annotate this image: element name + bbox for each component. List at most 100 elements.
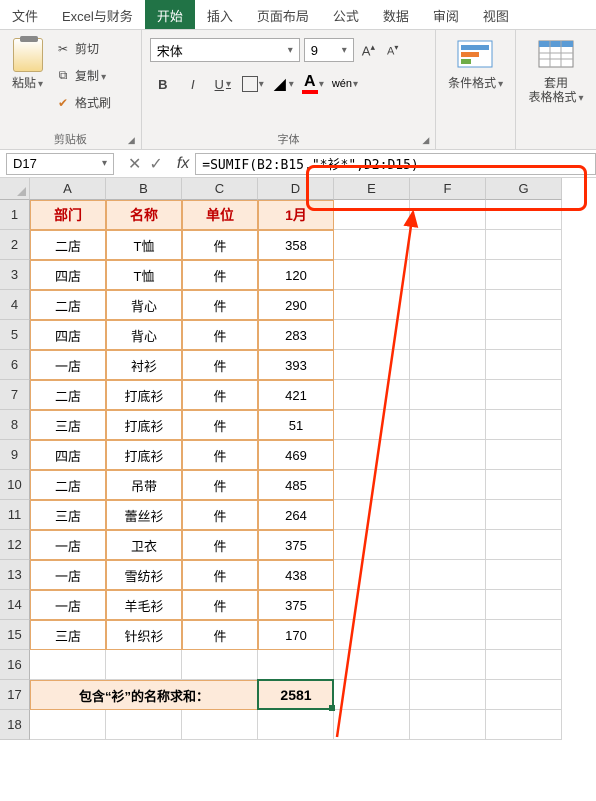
cell-C10[interactable]: 件 xyxy=(182,470,258,500)
cell-E9[interactable] xyxy=(334,440,410,470)
cell-A16[interactable] xyxy=(30,650,106,680)
cell-A12[interactable]: 一店 xyxy=(30,530,106,560)
col-header-F[interactable]: F xyxy=(410,178,486,200)
cell-B15[interactable]: 针织衫 xyxy=(106,620,182,650)
cell-G14[interactable] xyxy=(486,590,562,620)
cell-F8[interactable] xyxy=(410,410,486,440)
cell-D16[interactable] xyxy=(258,650,334,680)
cell-A17[interactable]: 包含“衫”的名称求和： xyxy=(30,680,258,710)
cell-B6[interactable]: 衬衫 xyxy=(106,350,182,380)
cell-B12[interactable]: 卫衣 xyxy=(106,530,182,560)
cell-D4[interactable]: 290 xyxy=(258,290,334,320)
cell-D5[interactable]: 283 xyxy=(258,320,334,350)
cond-format-button[interactable]: 条件格式 xyxy=(436,30,516,149)
row-header-10[interactable]: 10 xyxy=(0,470,30,500)
cell-C1[interactable]: 单位 xyxy=(182,200,258,230)
cell-B4[interactable]: 背心 xyxy=(106,290,182,320)
cell-B11[interactable]: 蕾丝衫 xyxy=(106,500,182,530)
row-header-5[interactable]: 5 xyxy=(0,320,30,350)
cell-A14[interactable]: 一店 xyxy=(30,590,106,620)
font-color-button[interactable]: A ▾ xyxy=(300,72,326,96)
cell-G17[interactable] xyxy=(486,680,562,710)
cell-E16[interactable] xyxy=(334,650,410,680)
cell-E4[interactable] xyxy=(334,290,410,320)
cell-G12[interactable] xyxy=(486,530,562,560)
row-header-13[interactable]: 13 xyxy=(0,560,30,590)
cell-G10[interactable] xyxy=(486,470,562,500)
cell-G3[interactable] xyxy=(486,260,562,290)
cell-B18[interactable] xyxy=(106,710,182,740)
cell-E11[interactable] xyxy=(334,500,410,530)
col-header-E[interactable]: E xyxy=(334,178,410,200)
cell-C16[interactable] xyxy=(182,650,258,680)
cell-F2[interactable] xyxy=(410,230,486,260)
cell-D12[interactable]: 375 xyxy=(258,530,334,560)
cell-F12[interactable] xyxy=(410,530,486,560)
cell-C18[interactable] xyxy=(182,710,258,740)
cell-F6[interactable] xyxy=(410,350,486,380)
row-header-12[interactable]: 12 xyxy=(0,530,30,560)
fx-icon[interactable]: fx xyxy=(171,155,195,173)
italic-button[interactable]: I xyxy=(180,72,206,96)
cell-G15[interactable] xyxy=(486,620,562,650)
cell-E6[interactable] xyxy=(334,350,410,380)
tab-file[interactable]: 文件 xyxy=(0,0,50,29)
cell-A13[interactable]: 一店 xyxy=(30,560,106,590)
table-format-button[interactable]: 套用 表格格式 xyxy=(516,30,596,149)
cell-A6[interactable]: 一店 xyxy=(30,350,106,380)
cell-A5[interactable]: 四店 xyxy=(30,320,106,350)
cell-D15[interactable]: 170 xyxy=(258,620,334,650)
row-header-16[interactable]: 16 xyxy=(0,650,30,680)
tab-formulas[interactable]: 公式 xyxy=(321,0,371,29)
cell-E17[interactable] xyxy=(334,680,410,710)
format-painter-button[interactable]: ✔ 格式刷 xyxy=(53,92,113,113)
cell-A7[interactable]: 二店 xyxy=(30,380,106,410)
worksheet-grid[interactable]: ABCDEFG 1部门名称单位1月2二店T恤件3583四店T恤件1204二店背心… xyxy=(0,178,596,740)
tab-insert[interactable]: 插入 xyxy=(195,0,245,29)
cell-F17[interactable] xyxy=(410,680,486,710)
cell-G8[interactable] xyxy=(486,410,562,440)
cell-F1[interactable] xyxy=(410,200,486,230)
cell-G9[interactable] xyxy=(486,440,562,470)
formula-bar[interactable]: =SUMIF(B2:B15,"*衫*",D2:D15) xyxy=(195,153,596,175)
cell-B14[interactable]: 羊毛衫 xyxy=(106,590,182,620)
cell-B2[interactable]: T恤 xyxy=(106,230,182,260)
cell-C3[interactable]: 件 xyxy=(182,260,258,290)
cell-A4[interactable]: 二店 xyxy=(30,290,106,320)
cell-D2[interactable]: 358 xyxy=(258,230,334,260)
bold-button[interactable]: B xyxy=(150,72,176,96)
row-header-6[interactable]: 6 xyxy=(0,350,30,380)
cell-C13[interactable]: 件 xyxy=(182,560,258,590)
tab-data[interactable]: 数据 xyxy=(371,0,421,29)
cell-C5[interactable]: 件 xyxy=(182,320,258,350)
name-box[interactable]: D17 ▾ xyxy=(6,153,114,175)
grow-font-button[interactable]: A▴ xyxy=(358,40,379,60)
cell-C12[interactable]: 件 xyxy=(182,530,258,560)
cell-A11[interactable]: 三店 xyxy=(30,500,106,530)
row-header-17[interactable]: 17 xyxy=(0,680,30,710)
cell-C8[interactable]: 件 xyxy=(182,410,258,440)
cut-button[interactable]: ✂ 剪切 xyxy=(53,38,113,59)
cell-A18[interactable] xyxy=(30,710,106,740)
col-header-D[interactable]: D xyxy=(258,178,334,200)
cell-E18[interactable] xyxy=(334,710,410,740)
cell-B7[interactable]: 打底衫 xyxy=(106,380,182,410)
cell-C4[interactable]: 件 xyxy=(182,290,258,320)
cell-D7[interactable]: 421 xyxy=(258,380,334,410)
cell-A9[interactable]: 四店 xyxy=(30,440,106,470)
cell-F14[interactable] xyxy=(410,590,486,620)
fill-color-button[interactable]: ◢ ▾ xyxy=(270,72,296,96)
cell-B8[interactable]: 打底衫 xyxy=(106,410,182,440)
col-header-B[interactable]: B xyxy=(106,178,182,200)
cell-E7[interactable] xyxy=(334,380,410,410)
underline-button[interactable]: U xyxy=(210,72,236,96)
row-header-7[interactable]: 7 xyxy=(0,380,30,410)
cell-G6[interactable] xyxy=(486,350,562,380)
cell-D18[interactable] xyxy=(258,710,334,740)
cell-G4[interactable] xyxy=(486,290,562,320)
cell-D11[interactable]: 264 xyxy=(258,500,334,530)
cell-D14[interactable]: 375 xyxy=(258,590,334,620)
cell-C7[interactable]: 件 xyxy=(182,380,258,410)
font-launcher-icon[interactable]: ◢ xyxy=(422,135,429,146)
row-header-18[interactable]: 18 xyxy=(0,710,30,740)
